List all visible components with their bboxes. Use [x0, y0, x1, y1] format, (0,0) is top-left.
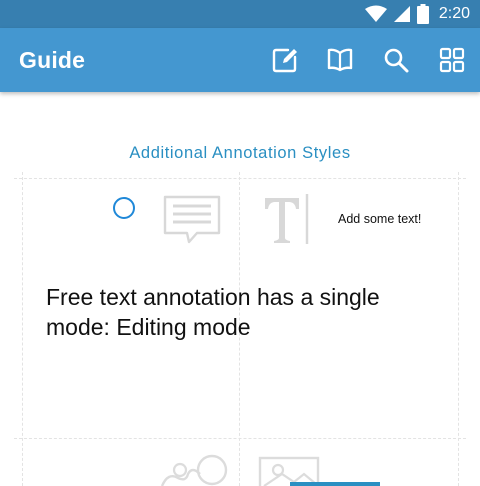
free-text-annotation-icon — [265, 194, 309, 244]
sample-free-text-annotation[interactable]: Add some text! — [338, 212, 421, 226]
book-button[interactable] — [326, 46, 354, 74]
search-button[interactable] — [382, 46, 410, 74]
app-bar: Guide — [0, 28, 480, 92]
grid-line — [458, 172, 459, 486]
accent-bar — [290, 482, 380, 486]
grid-line — [14, 438, 466, 439]
wifi-icon — [364, 5, 387, 22]
comment-annotation-icon — [163, 195, 221, 244]
section-title: Additional Annotation Styles — [129, 144, 351, 162]
circle-annotation-icon — [113, 197, 135, 219]
free-text-description: Free text annotation has a single mode: … — [46, 284, 380, 340]
status-bar: 2:20 — [0, 0, 480, 28]
grid-view-button[interactable] — [438, 46, 466, 74]
status-time: 2:20 — [438, 5, 470, 22]
book-icon — [327, 48, 353, 72]
edit-button[interactable] — [271, 46, 299, 74]
search-icon — [384, 48, 409, 73]
battery-icon — [416, 4, 429, 24]
app-title: Guide — [19, 47, 86, 73]
grid-line — [14, 178, 466, 179]
cellular-signal-icon — [393, 6, 410, 22]
status-icons: 2:20 — [364, 0, 470, 28]
grid-line — [22, 172, 23, 486]
grid-icon — [439, 47, 465, 73]
signature-tool-icon — [160, 454, 228, 486]
guide-content: Additional Annotation Styles Add some te… — [0, 92, 480, 486]
edit-icon — [272, 48, 297, 73]
